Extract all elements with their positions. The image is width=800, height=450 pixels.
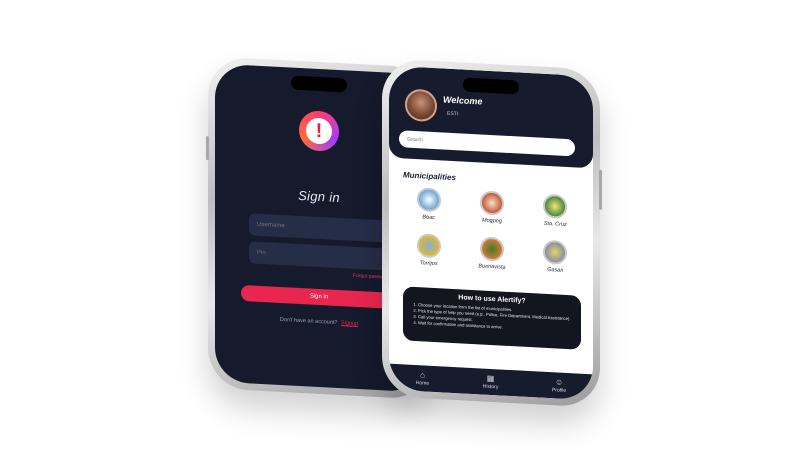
tab-home[interactable]: ⌂ Home: [415, 370, 430, 387]
user-name: ESTI: [447, 110, 459, 118]
dynamic-island: [463, 77, 519, 95]
bottom-tab-bar: ⌂ Home ▦ History ☺ Profile: [389, 363, 593, 401]
municipalities-title: Municipalities: [403, 170, 456, 183]
municipality-grid: Boac Mogpog Sta. Cruz Torrijos Buenavist…: [397, 186, 587, 288]
seal-icon: [543, 239, 568, 265]
municipality-name: Boac: [422, 214, 435, 222]
search-input[interactable]: [399, 130, 575, 157]
municipality-mogpog[interactable]: Mogpog: [460, 189, 523, 238]
tab-label: Home: [415, 380, 430, 387]
alertify-logo-icon: !: [299, 109, 339, 153]
municipality-sta-cruz[interactable]: Sta. Cruz: [524, 193, 587, 242]
signup-link[interactable]: Signup: [341, 320, 358, 327]
username-input[interactable]: [249, 213, 395, 243]
volume-button: [206, 136, 209, 161]
seal-icon: [416, 187, 441, 213]
seal-icon: [416, 233, 441, 259]
municipality-buenavista[interactable]: Buenavista: [460, 235, 523, 284]
signup-prompt: Don't have an account?: [279, 316, 338, 326]
municipality-name: Sta. Cruz: [543, 220, 567, 228]
how-to-steps: Choose your location from the list of mu…: [410, 302, 574, 335]
welcome-heading: Welcome: [443, 94, 483, 107]
seal-icon: [543, 193, 568, 219]
municipality-name: Torrijos: [419, 260, 438, 268]
seal-icon: [479, 236, 504, 262]
phone-home: Welcome ESTI Municipalities Boac Mogpog …: [382, 58, 602, 408]
exclamation-icon: !: [306, 117, 332, 145]
tab-label: History: [482, 383, 499, 391]
municipality-name: Mogpog: [482, 217, 502, 225]
home-screen: Welcome ESTI Municipalities Boac Mogpog …: [389, 65, 593, 401]
avatar[interactable]: [405, 88, 437, 123]
seal-icon: [479, 190, 504, 216]
showcase-stage: ! Sign in Forgot password? Sign in Don't…: [0, 0, 800, 450]
municipality-boac[interactable]: Boac: [397, 186, 460, 235]
tab-profile[interactable]: ☺ Profile: [552, 377, 566, 394]
tab-history[interactable]: ▦ History: [483, 374, 499, 391]
municipality-torrijos[interactable]: Torrijos: [397, 232, 460, 281]
tab-label: Profile: [551, 387, 567, 394]
municipality-name: Gasan: [547, 266, 564, 274]
sign-in-button[interactable]: Sign in: [241, 284, 397, 310]
calendar-icon: ▦: [486, 373, 495, 384]
how-to-card: How to use Alertify? Choose your locatio…: [403, 286, 581, 350]
dynamic-island: [291, 75, 347, 93]
home-icon: ⌂: [420, 370, 425, 380]
power-button: [599, 169, 602, 210]
profile-icon: ☺: [554, 377, 564, 387]
municipality-gasan[interactable]: Gasan: [524, 239, 587, 288]
pin-input[interactable]: [249, 241, 395, 271]
municipality-name: Buenavista: [478, 263, 506, 271]
